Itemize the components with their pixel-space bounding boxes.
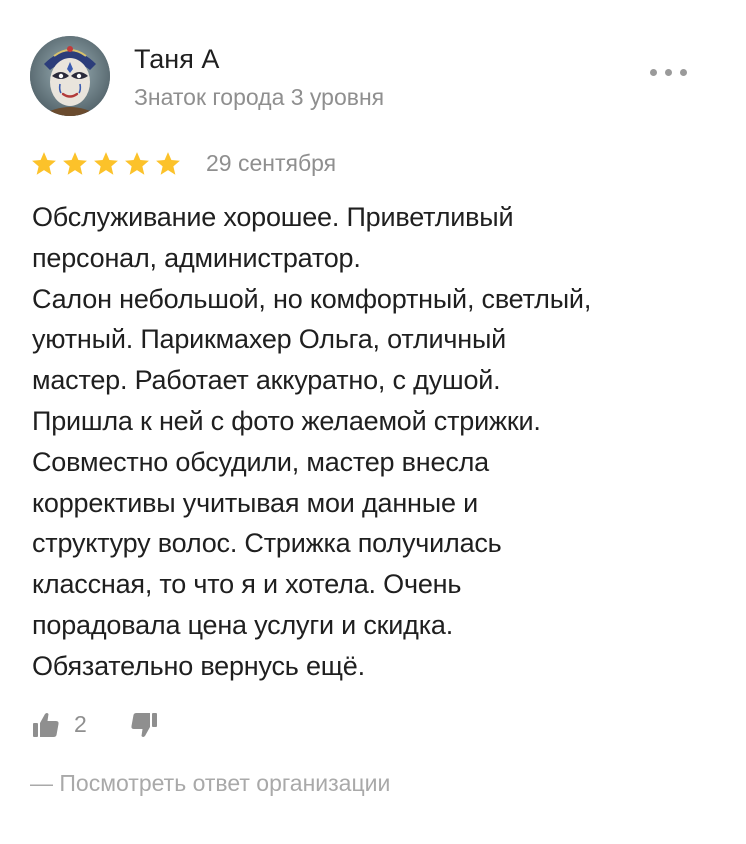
review-text-line: персонал, администратор. [32, 242, 361, 273]
review-text-line: порадовала цена услуги и скидка. [32, 609, 454, 640]
star-icon [125, 152, 149, 175]
review-text-line: коррективы учитывая мои данные и [32, 487, 478, 518]
review-text-line: Совместно обсудили, мастер внесла [32, 446, 490, 477]
like-button[interactable] [30, 709, 62, 741]
thumbs-up-icon [33, 713, 59, 737]
star-icon [63, 152, 87, 175]
masquerade-mask-avatar [30, 36, 110, 116]
rating-stars [30, 150, 182, 178]
star-icon [94, 152, 118, 175]
more-dots-icon [680, 69, 687, 76]
star-icon [32, 152, 56, 175]
review-text-line: Салон небольшой, но комфортный, светлый, [32, 283, 592, 314]
review-text: Обслуживание хорошее. Приветливый персона… [32, 197, 712, 687]
dislike-button[interactable] [128, 709, 160, 741]
review-text-line: Обязательно вернусь ещё. [32, 650, 365, 681]
review-text-line: Пришла к ней с фото желаемой стрижки. [32, 405, 541, 436]
more-options-button[interactable] [648, 62, 690, 84]
like-count: 2 [74, 711, 87, 737]
author-name[interactable]: Таня А [134, 42, 219, 76]
review-text-line: мастер. Работает аккуратно, с душой. [32, 365, 501, 396]
author-avatar[interactable] [30, 36, 110, 116]
view-organization-response-link[interactable]: — Посмотреть ответ организации [30, 768, 390, 798]
star-icon [156, 152, 180, 175]
review-text-line: структуру волос. Стрижка получилась [32, 528, 502, 559]
author-level: Знаток города 3 уровня [134, 84, 385, 110]
review-text-line: классная, то что я и хотела. Очень [32, 569, 462, 600]
thumbs-down-icon [131, 713, 157, 737]
review-text-line: Обслуживание хорошее. Приветливый [32, 202, 514, 232]
review-date: 29 сентября [206, 150, 337, 176]
more-dots-icon [650, 69, 657, 76]
more-dots-icon [665, 69, 672, 76]
review-text-line: уютный. Парикмахер Ольга, отличный [32, 324, 507, 355]
review-card: Таня А Знаток города 3 уровня 29 сентябр… [0, 0, 746, 844]
